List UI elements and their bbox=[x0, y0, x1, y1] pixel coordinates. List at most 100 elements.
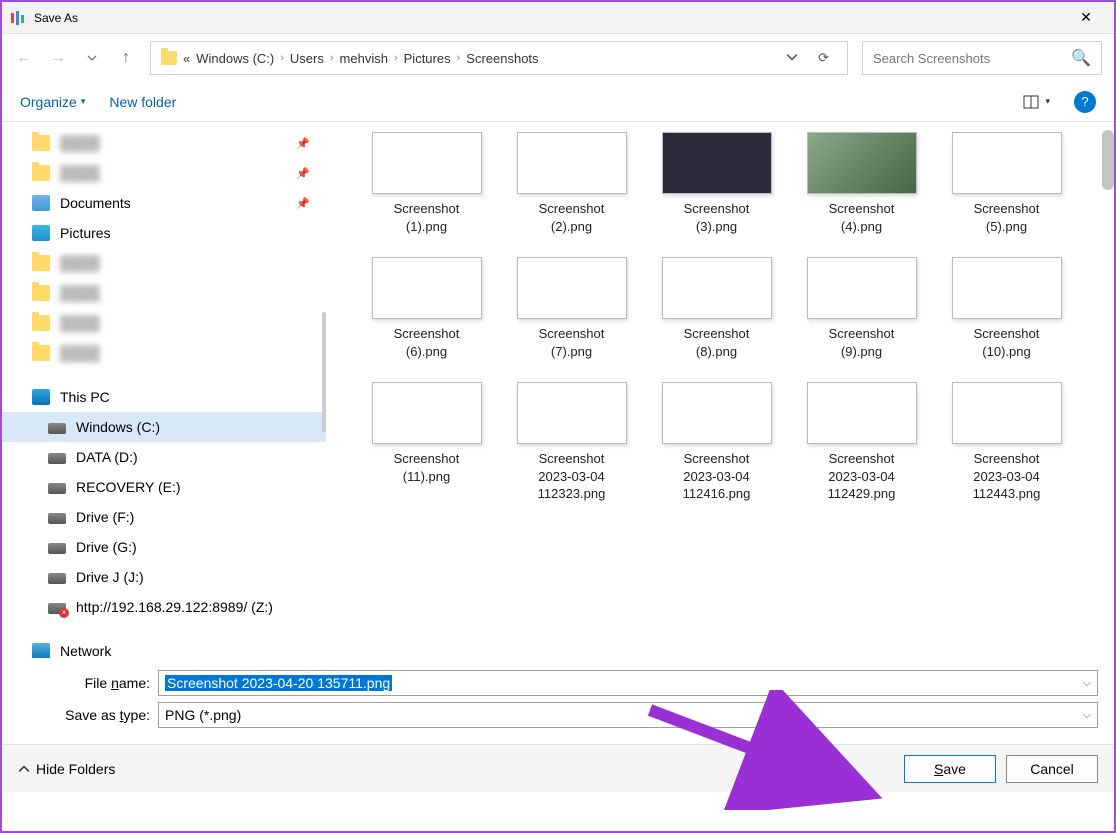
chevron-up-icon bbox=[18, 763, 30, 775]
file-item[interactable]: Screenshot(5).png bbox=[934, 132, 1079, 235]
drive-icon bbox=[48, 453, 66, 464]
file-name: Screenshot2023-03-04112323.png bbox=[538, 450, 606, 503]
file-item[interactable]: Screenshot(11).png bbox=[354, 382, 499, 503]
thumbnail bbox=[662, 382, 772, 444]
drive-icon bbox=[48, 573, 66, 584]
documents-icon bbox=[32, 195, 50, 211]
file-name-input[interactable]: Screenshot 2023-04-20 135711.png ⌵ bbox=[158, 670, 1098, 696]
file-item[interactable]: Screenshot(3).png bbox=[644, 132, 789, 235]
chevron-down-icon[interactable]: ⌵ bbox=[1083, 677, 1091, 690]
drive-icon bbox=[48, 513, 66, 524]
drive-icon bbox=[48, 483, 66, 494]
pin-icon: 📌 bbox=[296, 137, 310, 150]
save-type-select[interactable]: PNG (*.png) ⌵ bbox=[158, 702, 1098, 728]
sidebar-item-drive[interactable]: Drive J (J:) bbox=[2, 562, 326, 592]
file-name: Screenshot(2).png bbox=[539, 200, 605, 235]
save-button[interactable]: Save bbox=[904, 755, 996, 783]
help-button[interactable]: ? bbox=[1074, 91, 1096, 113]
file-name: Screenshot(6).png bbox=[394, 325, 460, 360]
chevron-right-icon: › bbox=[330, 52, 334, 64]
file-item[interactable]: Screenshot(2).png bbox=[499, 132, 644, 235]
thumbnail bbox=[372, 257, 482, 319]
back-button[interactable]: ← bbox=[14, 48, 34, 68]
thumbnail bbox=[372, 132, 482, 194]
close-button[interactable]: ✕ bbox=[1066, 9, 1106, 26]
breadcrumb-item[interactable]: Users bbox=[290, 51, 324, 66]
thumbnail bbox=[662, 257, 772, 319]
view-options-button[interactable]: ▾ bbox=[1023, 95, 1050, 109]
file-name: Screenshot(8).png bbox=[684, 325, 750, 360]
file-item[interactable]: Screenshot(4).png bbox=[789, 132, 934, 235]
search-box[interactable]: 🔍 bbox=[862, 41, 1102, 75]
drive-icon bbox=[48, 603, 66, 614]
file-item[interactable]: Screenshot(10).png bbox=[934, 257, 1079, 360]
sidebar-item-drive[interactable]: Windows (C:) bbox=[2, 412, 326, 442]
file-name: Screenshot(4).png bbox=[829, 200, 895, 235]
file-name: Screenshot(9).png bbox=[829, 325, 895, 360]
main-area: ████📌 ████📌 Documents📌 Pictures ████ ███… bbox=[2, 122, 1114, 658]
file-name: Screenshot(11).png bbox=[394, 450, 460, 485]
file-item[interactable]: Screenshot(1).png bbox=[354, 132, 499, 235]
sidebar-item[interactable]: ████📌 bbox=[2, 158, 326, 188]
sidebar-item[interactable]: ████ bbox=[2, 338, 326, 368]
thumbnail bbox=[517, 382, 627, 444]
sidebar-item[interactable]: ████ bbox=[2, 278, 326, 308]
sidebar-item-pictures[interactable]: Pictures bbox=[2, 218, 326, 248]
sidebar-item-drive[interactable]: http://192.168.29.122:8989/ (Z:) bbox=[2, 592, 326, 622]
file-item[interactable]: Screenshot(7).png bbox=[499, 257, 644, 360]
hide-folders-button[interactable]: Hide Folders bbox=[18, 761, 115, 777]
pc-icon bbox=[32, 389, 50, 405]
breadcrumb-item[interactable]: Windows (C:) bbox=[196, 51, 274, 66]
file-item[interactable]: Screenshot2023-03-04112416.png bbox=[644, 382, 789, 503]
file-name: Screenshot(7).png bbox=[539, 325, 605, 360]
drive-icon bbox=[48, 423, 66, 434]
breadcrumb-item[interactable]: Pictures bbox=[404, 51, 451, 66]
address-dropdown[interactable] bbox=[780, 51, 804, 66]
file-item[interactable]: Screenshot(8).png bbox=[644, 257, 789, 360]
sidebar-item-drive[interactable]: Drive (G:) bbox=[2, 532, 326, 562]
sidebar-item-network[interactable]: Network bbox=[2, 636, 326, 658]
file-item[interactable]: Screenshot(6).png bbox=[354, 257, 499, 360]
sidebar-item-documents[interactable]: Documents📌 bbox=[2, 188, 326, 218]
file-item[interactable]: Screenshot2023-03-04112323.png bbox=[499, 382, 644, 503]
chevron-right-icon: › bbox=[457, 52, 461, 64]
address-bar[interactable]: « Windows (C:) › Users › mehvish › Pictu… bbox=[150, 41, 848, 75]
chevron-down-icon: ▾ bbox=[81, 96, 86, 107]
thumbnail bbox=[952, 257, 1062, 319]
recent-dropdown[interactable] bbox=[82, 48, 102, 68]
save-form: File name: Screenshot 2023-04-20 135711.… bbox=[2, 658, 1114, 744]
sidebar-item-this-pc[interactable]: This PC bbox=[2, 382, 326, 412]
pin-icon: 📌 bbox=[296, 167, 310, 180]
file-name: Screenshot2023-03-04112429.png bbox=[828, 450, 896, 503]
drive-icon bbox=[48, 543, 66, 554]
sidebar-item[interactable]: ████📌 bbox=[2, 128, 326, 158]
file-name: Screenshot(10).png bbox=[974, 325, 1040, 360]
sidebar-item[interactable]: ████ bbox=[2, 248, 326, 278]
forward-button[interactable]: → bbox=[48, 48, 68, 68]
sidebar-item[interactable]: ████ bbox=[2, 308, 326, 338]
breadcrumb-item[interactable]: mehvish bbox=[340, 51, 388, 66]
file-item[interactable]: Screenshot(9).png bbox=[789, 257, 934, 360]
nav-bar: ← → ↑ « Windows (C:) › Users › mehvish ›… bbox=[2, 34, 1114, 82]
sidebar-item-drive[interactable]: DATA (D:) bbox=[2, 442, 326, 472]
file-list: Screenshot(1).png Screenshot(2).png Screen… bbox=[326, 122, 1114, 658]
sidebar-item-drive[interactable]: RECOVERY (E:) bbox=[2, 472, 326, 502]
folder-icon bbox=[161, 51, 177, 65]
file-item[interactable]: Screenshot2023-03-04112443.png bbox=[934, 382, 1079, 503]
title-bar: Save As ✕ bbox=[2, 2, 1114, 34]
search-input[interactable] bbox=[873, 51, 1071, 66]
file-item[interactable]: Screenshot2023-03-04112429.png bbox=[789, 382, 934, 503]
app-icon bbox=[10, 10, 26, 26]
breadcrumb-item[interactable]: Screenshots bbox=[466, 51, 538, 66]
organize-button[interactable]: Organize ▾ bbox=[20, 94, 85, 110]
cancel-button[interactable]: Cancel bbox=[1006, 755, 1098, 783]
scrollbar-thumb[interactable] bbox=[1102, 130, 1114, 190]
chevron-down-icon[interactable]: ⌵ bbox=[1083, 709, 1091, 722]
search-icon: 🔍 bbox=[1071, 48, 1091, 68]
up-button[interactable]: ↑ bbox=[116, 48, 136, 68]
refresh-button[interactable]: ⟳ bbox=[810, 50, 837, 66]
file-name: Screenshot2023-03-04112416.png bbox=[683, 450, 751, 503]
network-icon bbox=[32, 643, 50, 658]
sidebar-item-drive[interactable]: Drive (F:) bbox=[2, 502, 326, 532]
new-folder-button[interactable]: New folder bbox=[109, 94, 176, 110]
